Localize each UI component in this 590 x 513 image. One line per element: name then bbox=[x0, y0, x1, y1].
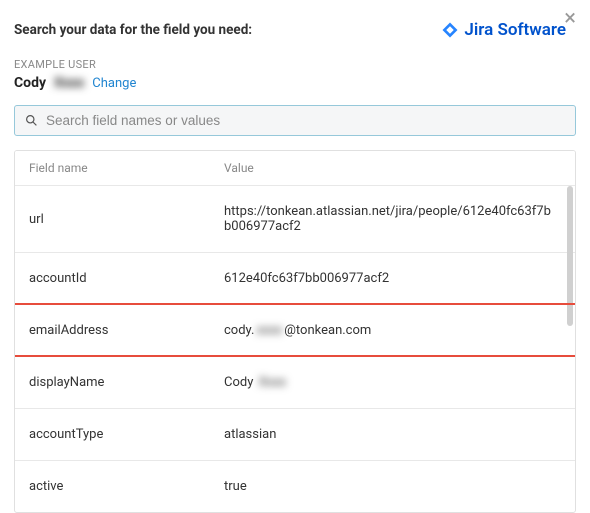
scrollbar[interactable] bbox=[567, 186, 573, 326]
field-value: 612e40fc63f7bb006977acf2 bbox=[224, 271, 561, 286]
page-title: Search your data for the field you need: bbox=[14, 22, 252, 38]
user-first-name: Cody bbox=[14, 75, 46, 91]
header-field-name: Field name bbox=[29, 161, 224, 175]
jira-icon bbox=[441, 21, 459, 39]
example-user-row: Cody Xxxx Change bbox=[14, 75, 576, 91]
table-row[interactable]: displayNameCody Xxxx bbox=[15, 357, 575, 409]
field-value: atlassian bbox=[224, 427, 561, 442]
field-name: emailAddress bbox=[29, 323, 224, 338]
masked-text: Xxxx bbox=[259, 375, 287, 390]
search-input[interactable] bbox=[46, 113, 565, 128]
masked-text: xxxx bbox=[256, 323, 282, 338]
user-last-name-masked: Xxxx bbox=[54, 75, 84, 91]
table-row[interactable]: activetrue bbox=[15, 461, 575, 512]
field-table: Field name Value urlhttps://tonkean.atla… bbox=[14, 150, 576, 513]
table-row[interactable]: accountTypeatlassian bbox=[15, 409, 575, 461]
brand-text: Jira Software bbox=[464, 20, 566, 40]
field-name: displayName bbox=[29, 375, 224, 390]
close-icon[interactable]: × bbox=[564, 8, 576, 30]
table-header: Field name Value bbox=[15, 151, 575, 186]
field-name: url bbox=[29, 212, 224, 227]
change-link[interactable]: Change bbox=[92, 76, 136, 91]
field-value: true bbox=[224, 479, 561, 494]
example-user-label: EXAMPLE USER bbox=[14, 58, 576, 71]
brand-logo: Jira Software bbox=[441, 20, 566, 40]
field-value: cody.xxxx@tonkean.com bbox=[224, 323, 561, 338]
table-row[interactable]: emailAddresscody.xxxx@tonkean.com bbox=[15, 305, 575, 357]
field-name: active bbox=[29, 479, 224, 494]
search-box[interactable] bbox=[14, 105, 576, 136]
table-row[interactable]: urlhttps://tonkean.atlassian.net/jira/pe… bbox=[15, 186, 575, 253]
field-value: https://tonkean.atlassian.net/jira/peopl… bbox=[224, 204, 561, 234]
field-value: Cody Xxxx bbox=[224, 375, 561, 390]
field-name: accountId bbox=[29, 271, 224, 286]
table-row[interactable]: accountId612e40fc63f7bb006977acf2 bbox=[15, 253, 575, 305]
search-icon bbox=[25, 114, 38, 127]
field-name: accountType bbox=[29, 427, 224, 442]
header: Search your data for the field you need:… bbox=[14, 20, 576, 40]
header-value: Value bbox=[224, 161, 561, 175]
